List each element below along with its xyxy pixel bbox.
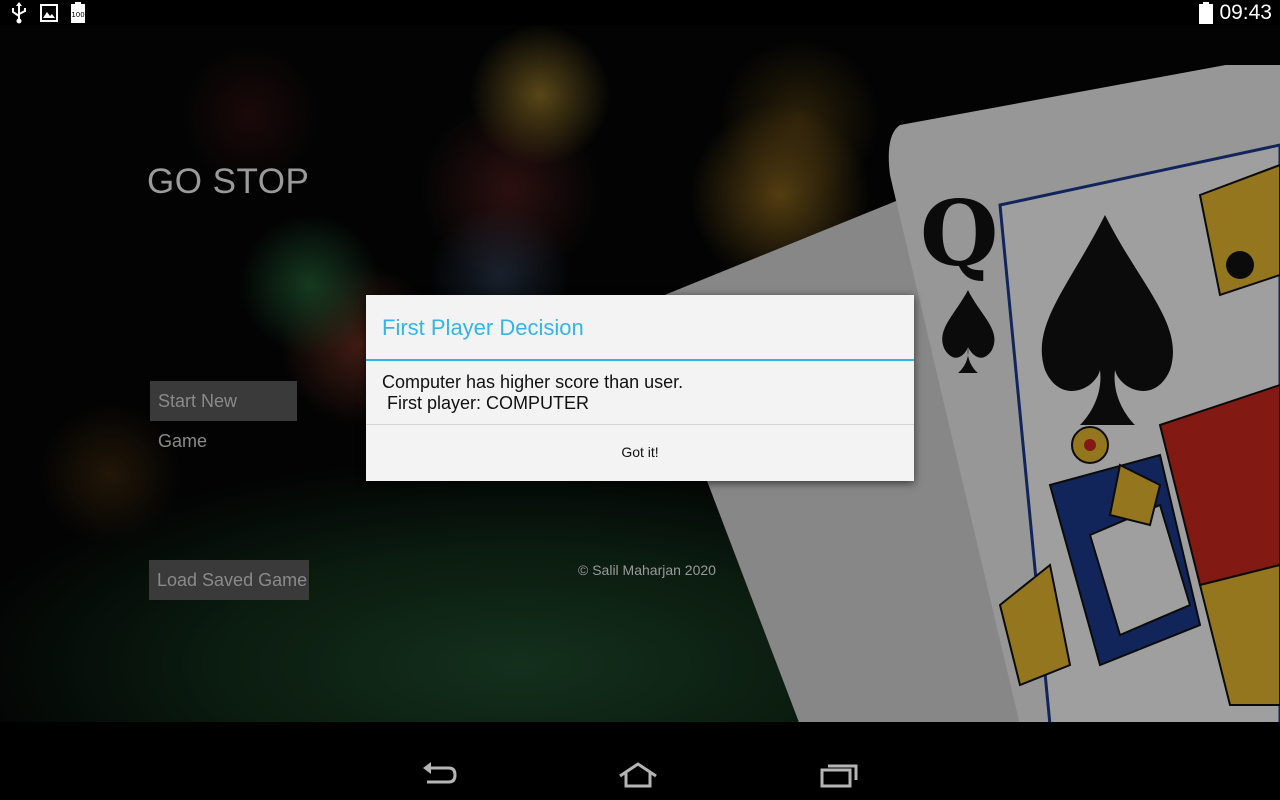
battery-full-icon (1199, 1, 1214, 24)
usb-icon (12, 2, 26, 24)
game-title: GO STOP (147, 162, 310, 201)
copyright-text: © Salil Maharjan 2020 (578, 562, 716, 578)
got-it-button[interactable]: Got it! (366, 425, 914, 479)
battery-level-text: 100 (71, 11, 84, 19)
first-player-dialog: First Player Decision Computer has highe… (366, 295, 914, 481)
clock: 09:43 (1219, 0, 1272, 24)
dialog-title: First Player Decision (366, 295, 914, 361)
status-right: 09:43 (1199, 0, 1272, 25)
navigation-bar (0, 722, 1280, 800)
recents-icon[interactable] (818, 760, 858, 788)
screen: 100 09:43 Q GO STOP Start New Game Load … (0, 0, 1280, 800)
start-new-game-button[interactable]: Start New Game (150, 381, 297, 451)
status-bar: 100 09:43 (0, 0, 1280, 25)
back-icon[interactable] (419, 760, 459, 788)
notification-icons: 100 (10, 2, 86, 24)
image-icon (40, 4, 58, 22)
home-icon[interactable] (618, 760, 658, 788)
dialog-message: Computer has higher score than user. Fir… (382, 372, 684, 413)
load-saved-game-button[interactable]: Load Saved Game (149, 560, 309, 600)
battery-icon: 100 (71, 2, 85, 23)
